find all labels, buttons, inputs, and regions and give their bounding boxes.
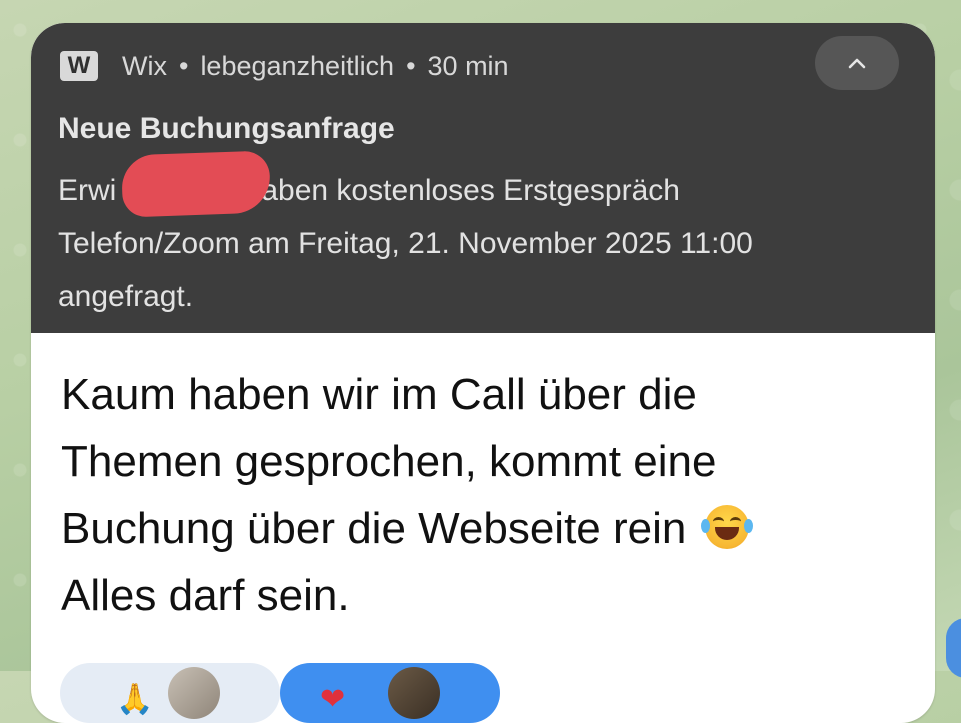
avatar: [168, 667, 220, 719]
chevron-up-icon: [848, 58, 866, 69]
notification-body-line: Telefon/Zoom am Freitag, 21. November 20…: [58, 227, 753, 260]
notification-body-start: Erwi: [58, 174, 117, 207]
collapse-button[interactable]: [815, 36, 899, 90]
message-bubble[interactable]: W Wix • lebeganzheitlich • 30 min Neue B…: [31, 23, 935, 723]
message-line: Themen gesprochen, kommt eine: [61, 437, 717, 486]
meta-separator: •: [406, 50, 416, 81]
notification-header: W Wix • lebeganzheitlich • 30 min: [60, 50, 509, 82]
notification-body-line: angefragt.: [58, 280, 194, 313]
notification-time: 30 min: [427, 50, 509, 81]
pray-emoji: 🙏: [116, 683, 154, 716]
message-line: Alles darf sein.: [61, 571, 350, 620]
wix-app-icon: W: [60, 51, 98, 81]
reaction-heart[interactable]: ❤: [280, 663, 500, 723]
site-name: lebeganzheitlich: [200, 50, 395, 81]
message-line: Kaum haben wir im Call über die: [61, 370, 697, 419]
message-line: Buchung über die Webseite rein: [61, 495, 921, 562]
reaction-pray[interactable]: 🙏: [60, 663, 280, 723]
face-with-tears-of-joy-icon: [700, 505, 753, 549]
meta-separator: •: [178, 50, 189, 81]
message-line-text: Buchung über die Webseite rein: [61, 504, 687, 553]
avatar: [388, 667, 440, 719]
message-text: Kaum haben wir im Call über die Themen g…: [61, 361, 921, 629]
heart-emoji: ❤: [320, 683, 346, 716]
app-name: Wix: [122, 50, 167, 81]
notification-title: Neue Buchungsanfrage: [58, 112, 395, 145]
notification-screenshot: W Wix • lebeganzheitlich • 30 min Neue B…: [31, 23, 935, 333]
notification-body-end: r haben kostenloses Erstgespräch: [226, 174, 680, 207]
redaction-mark: [120, 150, 272, 218]
